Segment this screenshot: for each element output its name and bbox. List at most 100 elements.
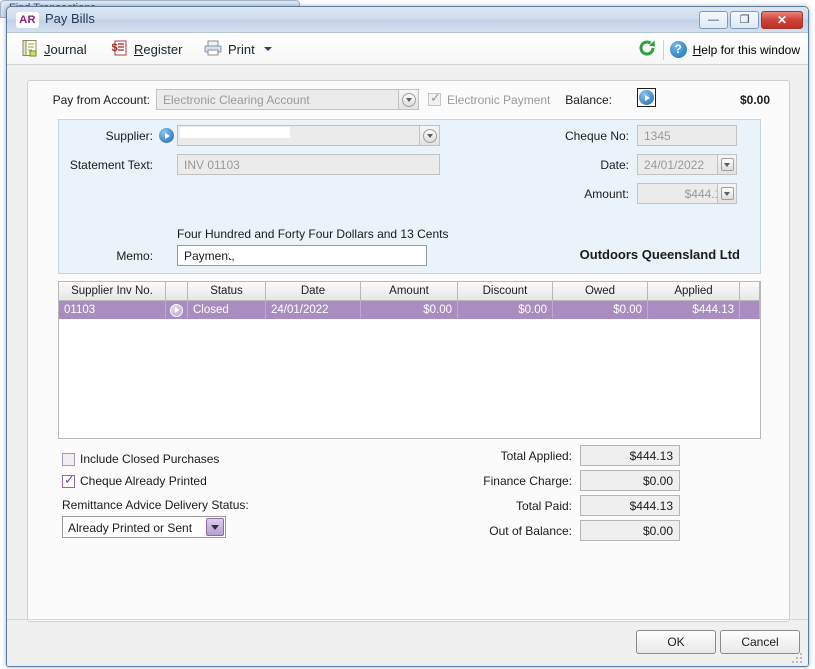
electronic-payment-label: Electronic Payment bbox=[447, 93, 550, 107]
register-button[interactable]: $ Register bbox=[111, 38, 182, 60]
maximize-button[interactable]: ❐ bbox=[730, 11, 759, 29]
journal-icon bbox=[21, 39, 39, 60]
journal-button[interactable]: Journal bbox=[21, 38, 87, 60]
pay-from-account-input[interactable]: Electronic Clearing Account bbox=[156, 89, 399, 110]
pay-from-account-dropdown[interactable] bbox=[399, 89, 419, 110]
window-body: Pay from Account: Electronic Clearing Ac… bbox=[7, 66, 808, 666]
help-link[interactable]: Help for this window bbox=[693, 43, 800, 57]
total-paid-value: $444.13 bbox=[580, 495, 680, 516]
payee-name: Outdoors Queensland Ltd bbox=[580, 247, 740, 262]
purchases-grid[interactable]: Supplier Inv No. Status Date Amount Disc… bbox=[58, 281, 761, 439]
printer-icon bbox=[203, 39, 223, 60]
grid-header-date[interactable]: Date bbox=[266, 282, 361, 301]
supplier-dropdown[interactable] bbox=[420, 125, 440, 146]
amount-calculator-button[interactable] bbox=[717, 183, 737, 204]
cheque-no-input[interactable]: 1345 bbox=[637, 125, 737, 146]
balance-zoom-button[interactable] bbox=[637, 88, 656, 107]
balance-value: $0.00 bbox=[740, 93, 770, 107]
grid-header-trailing[interactable] bbox=[740, 282, 760, 301]
grid-header-discount[interactable]: Discount bbox=[458, 282, 553, 301]
grid-header-supplier-inv-no[interactable]: Supplier Inv No. bbox=[59, 282, 166, 301]
print-button[interactable]: Print bbox=[203, 38, 272, 60]
refresh-icon[interactable] bbox=[637, 38, 657, 61]
pay-from-account-label: Pay from Account: bbox=[28, 93, 150, 107]
cell-amount: $0.00 bbox=[361, 301, 458, 319]
ok-button[interactable]: OK bbox=[636, 630, 716, 654]
main-panel: Pay from Account: Electronic Clearing Ac… bbox=[27, 80, 790, 622]
close-icon: ✕ bbox=[777, 14, 787, 26]
toolbar-right-group: ? Help for this window bbox=[637, 38, 800, 61]
pay-bills-window: AR Pay Bills — ❐ ✕ bbox=[6, 6, 809, 667]
amount-label: Amount: bbox=[499, 187, 629, 201]
remittance-status-select[interactable]: Already Printed or Sent bbox=[62, 516, 226, 538]
remittance-status-label: Remittance Advice Delivery Status: bbox=[62, 498, 249, 512]
chevron-down-icon bbox=[402, 93, 416, 107]
question-mark-icon: ? bbox=[670, 41, 687, 58]
cell-date: 24/01/2022 bbox=[266, 301, 361, 319]
date-label: Date: bbox=[499, 158, 629, 172]
maximize-icon: ❐ bbox=[740, 15, 750, 26]
cell-trailing bbox=[740, 301, 760, 319]
toolbar: Journal $ Register bbox=[7, 33, 808, 65]
memo-label: Memo: bbox=[59, 249, 153, 263]
resize-grip[interactable] bbox=[792, 651, 804, 663]
supplier-detail-arrow-icon[interactable] bbox=[159, 128, 174, 143]
svg-text:$: $ bbox=[112, 42, 118, 54]
ar-logo-badge: AR bbox=[16, 12, 39, 28]
date-picker-button[interactable] bbox=[717, 154, 737, 175]
electronic-payment-checkbox[interactable]: ✓ bbox=[428, 93, 441, 106]
amount-in-words: Four Hundred and Forty Four Dollars and … bbox=[177, 227, 448, 241]
minimize-icon: — bbox=[708, 15, 719, 26]
check-icon: ✓ bbox=[430, 91, 441, 104]
out-of-balance-label: Out of Balance: bbox=[408, 524, 572, 538]
include-closed-purchases-label: Include Closed Purchases bbox=[80, 452, 219, 466]
remittance-status-dropdown-arrow[interactable] bbox=[206, 518, 224, 536]
table-row[interactable]: 01103 Closed 24/01/2022 $0.00 $0.00 $0.0… bbox=[59, 301, 760, 319]
supplier-label: Supplier: bbox=[59, 129, 153, 143]
include-closed-purchases-checkbox[interactable] bbox=[62, 453, 75, 466]
journal-label: Journal bbox=[44, 42, 87, 57]
window-title: Pay Bills bbox=[45, 11, 95, 26]
grid-header-amount[interactable]: Amount bbox=[361, 282, 458, 301]
cheque-already-printed-checkbox[interactable]: ✓ bbox=[62, 475, 75, 488]
statement-text-label: Statement Text: bbox=[59, 158, 153, 172]
out-of-balance-value: $0.00 bbox=[580, 520, 680, 541]
finance-charge-value[interactable]: $0.00 bbox=[580, 470, 680, 491]
chevron-down-icon bbox=[423, 129, 437, 143]
cell-supplier-inv-no: 01103 bbox=[59, 301, 166, 319]
total-paid-label: Total Paid: bbox=[408, 499, 572, 513]
close-button[interactable]: ✕ bbox=[761, 11, 803, 29]
footer-divider bbox=[7, 619, 808, 620]
zoom-arrow-icon bbox=[639, 90, 654, 105]
grid-header-owed[interactable]: Owed bbox=[553, 282, 648, 301]
title-bar[interactable]: AR Pay Bills — ❐ ✕ bbox=[7, 7, 808, 33]
grid-header-applied[interactable]: Applied bbox=[648, 282, 740, 301]
register-label: Register bbox=[134, 42, 182, 57]
memo-redaction bbox=[229, 247, 309, 258]
row-detail-arrow-button[interactable] bbox=[166, 301, 188, 319]
cell-owed: $0.00 bbox=[553, 301, 648, 319]
grid-header-row: Supplier Inv No. Status Date Amount Disc… bbox=[59, 282, 760, 301]
print-label: Print bbox=[228, 42, 255, 57]
chevron-down-icon bbox=[721, 187, 734, 200]
total-applied-value: $444.13 bbox=[580, 445, 680, 466]
cell-status: Closed bbox=[188, 301, 266, 319]
grid-header-arrow[interactable] bbox=[166, 282, 188, 301]
toolbar-divider bbox=[663, 40, 664, 60]
finance-charge-label: Finance Charge: bbox=[408, 474, 572, 488]
cheque-no-label: Cheque No: bbox=[499, 129, 629, 143]
chevron-down-icon bbox=[721, 158, 734, 171]
cell-applied[interactable]: $444.13 bbox=[648, 301, 740, 319]
total-applied-label: Total Applied: bbox=[408, 449, 572, 463]
balance-label: Balance: bbox=[548, 93, 612, 107]
register-icon: $ bbox=[111, 39, 129, 60]
statement-text-input[interactable]: INV 01103 bbox=[177, 154, 440, 175]
cancel-button[interactable]: Cancel bbox=[720, 630, 800, 654]
grid-header-status[interactable]: Status bbox=[188, 282, 266, 301]
cell-discount: $0.00 bbox=[458, 301, 553, 319]
minimize-button[interactable]: — bbox=[699, 11, 728, 29]
cheque-panel: Supplier: Statement Text: INV 01103 Cheq… bbox=[58, 119, 761, 274]
arrow-right-icon bbox=[170, 304, 183, 317]
supplier-redaction bbox=[180, 127, 290, 138]
window-controls: — ❐ ✕ bbox=[699, 11, 803, 29]
